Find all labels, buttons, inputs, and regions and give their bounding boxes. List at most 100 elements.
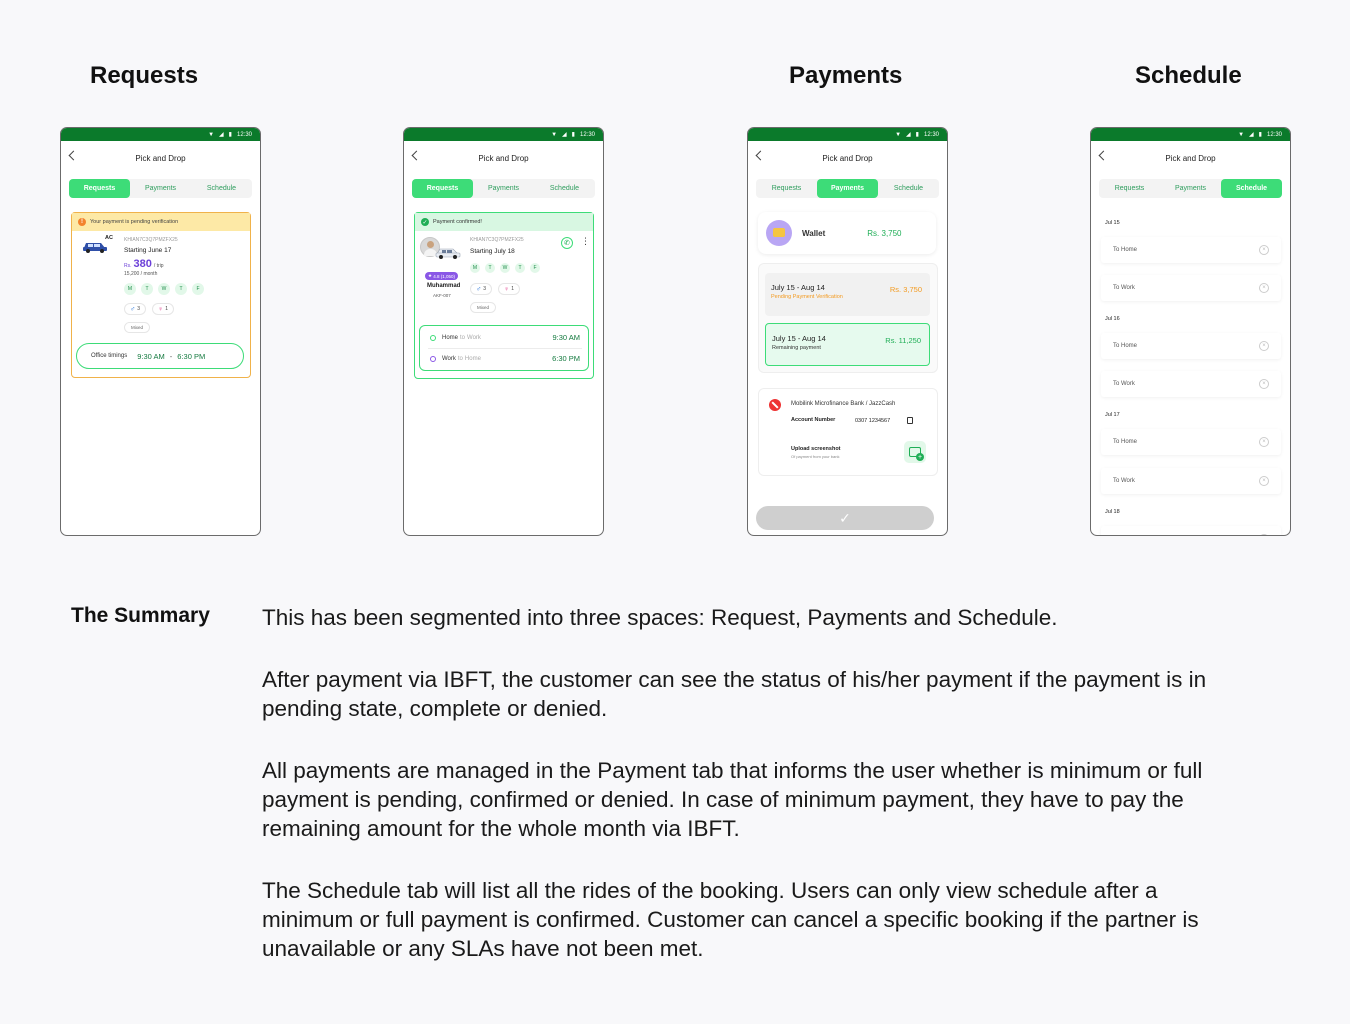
upload-label: Upload screenshot: [791, 446, 841, 452]
confirmed-banner-text: Payment confirmed!: [433, 219, 482, 225]
tab-payments[interactable]: Payments: [130, 179, 191, 198]
wallet-icon: [766, 220, 792, 246]
female-icon: ♀: [504, 285, 510, 293]
schedule-ride[interactable]: To Work ×: [1101, 468, 1281, 494]
app-header: Pick and Drop: [61, 141, 260, 175]
request-card-confirmed[interactable]: ✓ Payment confirmed! ★ 4.8 (1,050) Muham…: [414, 212, 594, 379]
passenger-row: ♂ 3 ♀ 1: [470, 283, 521, 295]
wifi-icon: ▼: [1238, 131, 1245, 138]
more-options-icon[interactable]: ⋮: [581, 237, 590, 246]
route-row[interactable]: Work to Home 6:30 PM: [430, 354, 580, 363]
divider: [428, 348, 582, 349]
vehicle-plate: KHIAN7C3Q7PMZFX25: [470, 237, 524, 243]
battery-icon: ▮: [915, 131, 919, 138]
schedule-date: Jul 18: [1105, 509, 1120, 515]
request-card[interactable]: ! Your payment is pending verification A…: [71, 212, 251, 378]
back-arrow-icon[interactable]: [411, 150, 422, 161]
time-from: 9:30 AM: [137, 351, 165, 361]
warning-icon: !: [78, 218, 86, 226]
payment-item-remaining[interactable]: July 15 - Aug 14 Remaining payment Rs. 1…: [765, 323, 930, 366]
start-date: Starting July 18: [470, 248, 515, 255]
route-time: 9:30 AM: [552, 333, 580, 342]
schedule-ride[interactable]: To Work ×: [1101, 371, 1281, 397]
tab-bar: Requests Payments Schedule: [756, 179, 939, 198]
monthly-price: 15,200 / month: [124, 271, 158, 277]
status-bar: ▼ ◢ ▮ 12:30: [404, 128, 603, 141]
wallet-card[interactable]: Wallet Rs. 3,750: [758, 212, 936, 254]
status-bar: ▼ ◢ ▮ 12:30: [1091, 128, 1290, 141]
upload-image-button[interactable]: +: [904, 441, 926, 463]
payment-amount: Rs. 11,250: [885, 336, 921, 345]
payment-periods: July 15 - Aug 14 Pending Payment Verific…: [758, 263, 938, 373]
time-dash: -: [169, 351, 173, 361]
header-title: Pick and Drop: [478, 153, 529, 163]
schedule-ride[interactable]: To Home ×: [1101, 237, 1281, 263]
cancel-ride-icon[interactable]: ×: [1259, 245, 1269, 255]
tab-schedule[interactable]: Schedule: [878, 179, 939, 198]
cancel-ride-icon[interactable]: ×: [1259, 283, 1269, 293]
route-row[interactable]: Home to Work 9:30 AM: [430, 333, 580, 342]
wallet-amount: Rs. 3,750: [867, 228, 902, 238]
cancel-ride-icon[interactable]: ×: [1259, 379, 1269, 389]
tab-payments[interactable]: Payments: [473, 179, 534, 198]
summary-paragraph: The Schedule tab will list all the rides…: [262, 878, 1199, 961]
phone-requests-confirmed: ▼ ◢ ▮ 12:30 Pick and Drop Requests Payme…: [403, 127, 604, 536]
ride-label: To Home: [1113, 439, 1138, 445]
price-suffix: / trip: [153, 263, 164, 269]
tab-requests[interactable]: Requests: [1099, 179, 1160, 198]
check-icon: ✓: [839, 509, 851, 526]
tab-schedule[interactable]: Schedule: [534, 179, 595, 198]
schedule-ride-partial[interactable]: ×: [1101, 526, 1281, 535]
price-prefix: Rs.: [124, 263, 132, 269]
tab-requests[interactable]: Requests: [69, 179, 130, 198]
ride-label: To Home: [1113, 247, 1138, 253]
rating-text: 4.8 (1,050): [433, 273, 456, 279]
payment-item-pending[interactable]: July 15 - Aug 14 Pending Payment Verific…: [765, 273, 930, 316]
bank-name: Mobilink Microfinance Bank / JazzCash: [791, 401, 896, 407]
payment-status: Pending Payment Verification: [771, 294, 843, 300]
route-from: Home: [442, 334, 459, 341]
battery-icon: ▮: [228, 131, 232, 138]
tab-payments[interactable]: Payments: [817, 179, 878, 198]
day-chip: T: [485, 263, 495, 273]
rating-badge: ★ 4.8 (1,050): [425, 272, 459, 280]
call-icon[interactable]: ✆: [561, 237, 573, 249]
start-dot-icon: [430, 334, 436, 341]
tab-requests[interactable]: Requests: [756, 179, 817, 198]
submit-button[interactable]: ✓: [756, 506, 934, 530]
back-arrow-icon[interactable]: [1098, 150, 1109, 161]
account-label: Account Number: [791, 417, 836, 423]
battery-icon: ▮: [571, 131, 575, 138]
tab-bar: Requests Payments Schedule: [1099, 179, 1282, 198]
schedule-ride[interactable]: To Work ×: [1101, 275, 1281, 301]
tab-bar: Requests Payments Schedule: [412, 179, 595, 198]
back-arrow-icon[interactable]: [755, 150, 766, 161]
cancel-ride-icon[interactable]: ×: [1259, 341, 1269, 351]
cancel-ride-icon[interactable]: ×: [1259, 437, 1269, 447]
mixed-badge: Mixed: [124, 322, 151, 333]
vehicle-plate: KHIAN7C3Q7PMZFX25: [124, 237, 178, 243]
phone-schedule: ▼ ◢ ▮ 12:30 Pick and Drop Requests Payme…: [1090, 127, 1291, 536]
passenger-row: ♂ 3 ♀ 1: [124, 303, 175, 315]
back-arrow-icon[interactable]: [68, 150, 79, 161]
female-count: 1: [511, 286, 515, 292]
male-passengers: ♂ 3: [124, 303, 147, 315]
end-dot-icon: [430, 355, 436, 362]
cancel-ride-icon[interactable]: ×: [1259, 534, 1269, 535]
copy-icon[interactable]: [907, 417, 913, 424]
office-label: Office timings: [91, 353, 128, 359]
tab-schedule[interactable]: Schedule: [191, 179, 252, 198]
pending-banner: ! Your payment is pending verification: [72, 213, 250, 231]
summary-heading: The Summary: [71, 604, 210, 627]
tab-payments[interactable]: Payments: [1160, 179, 1221, 198]
schedule-ride[interactable]: To Home ×: [1101, 429, 1281, 455]
cancel-ride-icon[interactable]: ×: [1259, 476, 1269, 486]
header-title: Pick and Drop: [822, 153, 873, 163]
signal-icon: ◢: [219, 131, 224, 138]
weekday-row: M T W T F: [124, 283, 204, 295]
tab-requests[interactable]: Requests: [412, 179, 473, 198]
schedule-ride[interactable]: To Home ×: [1101, 333, 1281, 359]
tab-schedule[interactable]: Schedule: [1221, 179, 1282, 198]
wallet-label: Wallet: [802, 228, 826, 238]
day-chip: W: [500, 263, 510, 273]
